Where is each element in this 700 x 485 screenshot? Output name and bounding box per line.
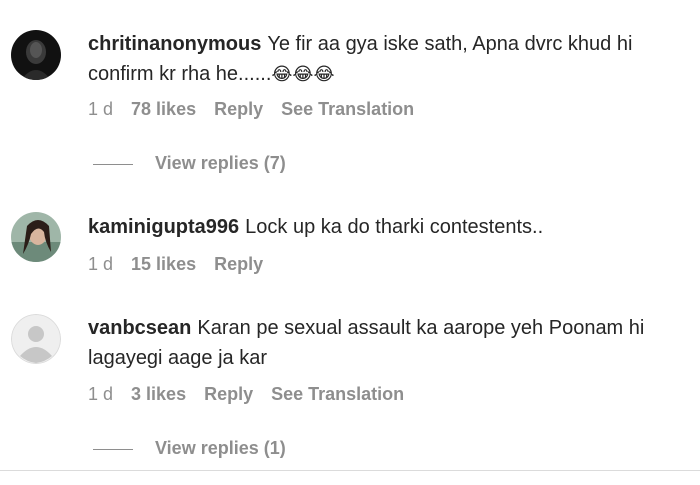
likes-count[interactable]: 78 likes — [131, 99, 196, 119]
comment-meta: 1 d 3 likes Reply See Translation — [88, 384, 422, 408]
username[interactable]: vanbcsean — [88, 317, 191, 339]
see-translation-button[interactable]: See Translation — [271, 384, 404, 404]
view-replies-label: View replies (1) — [155, 438, 286, 458]
likes-count[interactable]: 3 likes — [131, 384, 186, 404]
divider-line — [93, 163, 133, 165]
section-divider — [0, 470, 700, 471]
timestamp[interactable]: 1 d — [88, 384, 113, 404]
avatar[interactable] — [11, 212, 61, 262]
reply-button[interactable]: Reply — [204, 384, 253, 404]
timestamp[interactable]: 1 d — [88, 254, 113, 274]
comment-body: Lock up ka do tharki contestents.. — [245, 216, 544, 238]
divider-line — [93, 448, 133, 450]
username[interactable]: kaminigupta996 — [88, 216, 239, 238]
likes-count[interactable]: 15 likes — [131, 254, 196, 274]
comment-meta: 1 d 78 likes Reply See Translation — [88, 99, 432, 123]
username[interactable]: chritinanonymous — [88, 33, 261, 55]
see-translation-button[interactable]: See Translation — [281, 99, 414, 119]
view-replies-label: View replies (7) — [155, 153, 286, 173]
laughing-emoji-icon: 😂😂😂 — [271, 64, 335, 84]
comment-text: kaminigupta996 Lock up ka do tharki conte… — [88, 212, 688, 242]
comment-meta: 1 d 15 likes Reply — [88, 254, 281, 278]
comment-text: vanbcsean Karan pe sexual assault ka aaro… — [88, 313, 688, 373]
view-replies-button[interactable]: View replies (7) — [93, 153, 286, 177]
view-replies-button[interactable]: View replies (1) — [93, 438, 286, 462]
comment-text: chritinanonymous Ye fir aa gya iske sath,… — [88, 29, 688, 89]
avatar[interactable] — [11, 314, 61, 364]
timestamp[interactable]: 1 d — [88, 99, 113, 119]
reply-button[interactable]: Reply — [214, 99, 263, 119]
reply-button[interactable]: Reply — [214, 254, 263, 274]
avatar[interactable] — [11, 30, 61, 80]
